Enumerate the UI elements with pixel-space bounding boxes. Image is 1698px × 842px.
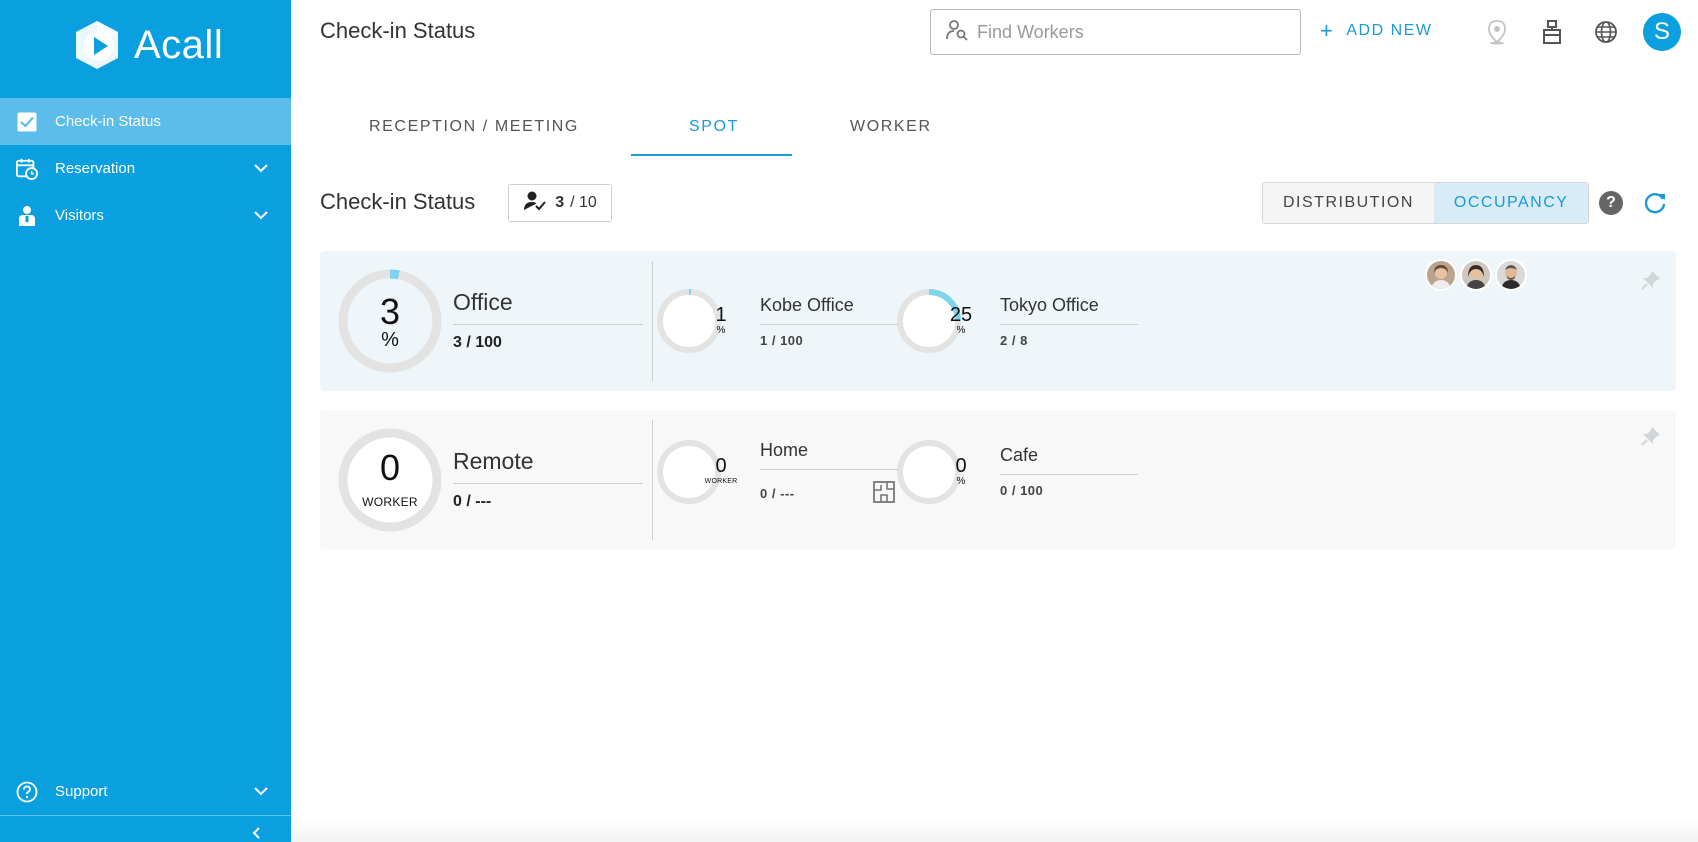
present-workers [1422,259,1527,291]
app-logo[interactable]: Acall [70,18,223,72]
visitor-icon [16,205,38,227]
vertical-divider [652,261,653,381]
footer-shadow [291,818,1698,842]
spot-value: 0 [955,455,967,477]
vertical-divider [652,420,653,540]
spot-value: 1 [715,304,727,326]
add-new-button[interactable]: + ADD NEW [1320,20,1432,42]
view-toggle: DISTRIBUTION OCCUPANCY [1262,182,1590,224]
add-new-label: ADD NEW [1346,22,1433,39]
sidebar-item-check-in-status[interactable]: Check-in Status [0,98,291,145]
distribution-button[interactable]: DISTRIBUTION [1263,183,1434,223]
group-card-remote[interactable]: 0 WORKER Remote 0 / --- Home 0 / --- Caf… [320,410,1676,549]
person-search-icon [945,18,969,47]
checkin-count-badge: 3 / 10 [508,184,612,222]
person-check-icon [523,190,547,217]
worker-avatar[interactable] [1425,259,1457,291]
sidebar-item-support[interactable]: Support [0,768,291,815]
sidebar-divider [0,815,291,816]
spot-ring-label: 0 % [928,439,994,505]
occupancy-button[interactable]: OCCUPANCY [1433,183,1589,223]
spot-name-home[interactable]: Home [760,440,808,461]
sidebar-item-reservation[interactable]: Reservation [0,145,291,192]
help-circle-icon [16,781,38,803]
refresh-icon[interactable] [1642,190,1668,216]
divider [1000,474,1138,475]
tab-reception-meeting[interactable]: RECEPTION / MEETING [369,118,579,136]
spot-unit: % [956,325,966,336]
sidebar-support: Support [0,768,291,815]
divider [453,324,643,325]
divider [760,469,898,470]
occupancy-ring-label: 3 % [338,269,442,373]
acall-logo-icon [70,18,124,72]
divider [1000,324,1138,325]
occupancy-value: 0 [379,447,401,488]
sidebar-item-visitors[interactable]: Visitors [0,192,291,239]
sidebar-item-label: Check-in Status [55,113,161,130]
spot-value: 0 [715,455,727,477]
kiosk-icon[interactable] [1538,18,1566,46]
occupancy-ring-label: 0 WORKER [338,428,442,532]
user-avatar[interactable]: S [1643,13,1681,51]
sidebar-nav: Check-in Status Reservation Visitors [0,98,291,239]
spot-unit: % [956,476,966,487]
spot-unit: WORKER [704,478,738,485]
tab-worker[interactable]: WORKER [850,118,932,136]
chevron-down-icon[interactable] [253,783,269,803]
sidebar-item-label: Support [55,783,108,800]
section-title: Check-in Status [320,189,476,214]
chevron-down-icon[interactable] [253,160,269,180]
search-input[interactable] [977,21,1277,43]
floor-map-icon[interactable] [873,481,895,503]
plus-icon: + [1320,18,1335,43]
spot-name-cafe[interactable]: Cafe [1000,445,1038,466]
sidebar-item-label: Reservation [55,160,136,177]
spot-count: 0 / 100 [1000,483,1044,498]
page-title: Check-in Status [320,18,476,43]
tab-spot[interactable]: SPOT [689,118,739,136]
pin-icon[interactable] [1640,425,1662,447]
checkbox-icon [16,111,38,133]
user-initial: S [1653,18,1670,45]
group-card-office[interactable]: 3 % Office 3 / 100 Kobe Office 1 / 100 T… [320,251,1676,391]
group-name: Remote [453,448,534,474]
spot-name-kobe-office[interactable]: Kobe Office [760,295,854,316]
spot-ring-label: 0 WORKER [688,439,754,505]
sidebar: Acall Check-in Status Reservation Visito… [0,0,291,842]
spot-name-tokyo-office[interactable]: Tokyo Office [1000,295,1099,316]
group-count: 3 / 100 [453,334,502,351]
occupancy-unit: % [381,329,399,351]
collapse-sidebar-icon[interactable] [250,826,264,840]
chevron-down-icon[interactable] [253,207,269,227]
spot-count: 0 / --- [760,486,795,501]
location-pin-icon[interactable] [1483,18,1511,46]
worker-avatar[interactable] [1495,259,1527,291]
calendar-clock-icon [16,158,38,180]
app-name: Acall [134,22,224,67]
divider [760,324,898,325]
spot-value: 25 [949,304,973,326]
sidebar-item-label: Visitors [55,207,104,224]
spot-ring-label: 25 % [928,288,994,354]
worker-avatar[interactable] [1460,259,1492,291]
checked-in-count: 3 [555,194,565,211]
spot-count: 1 / 100 [760,333,804,348]
spot-unit: % [716,325,726,336]
active-tab-indicator [631,154,792,156]
total-count: / 10 [570,194,597,211]
group-count: 0 / --- [453,493,492,510]
divider [453,483,643,484]
occupancy-unit: WORKER [362,495,418,509]
help-icon[interactable]: ? [1599,191,1623,215]
spot-count: 2 / 8 [1000,333,1028,348]
pin-icon[interactable] [1640,269,1662,291]
spot-ring-label: 1 % [688,288,754,354]
globe-icon[interactable] [1592,18,1620,46]
search-box[interactable] [930,9,1301,55]
occupancy-value: 3 [379,291,401,332]
group-name: Office [453,289,513,315]
